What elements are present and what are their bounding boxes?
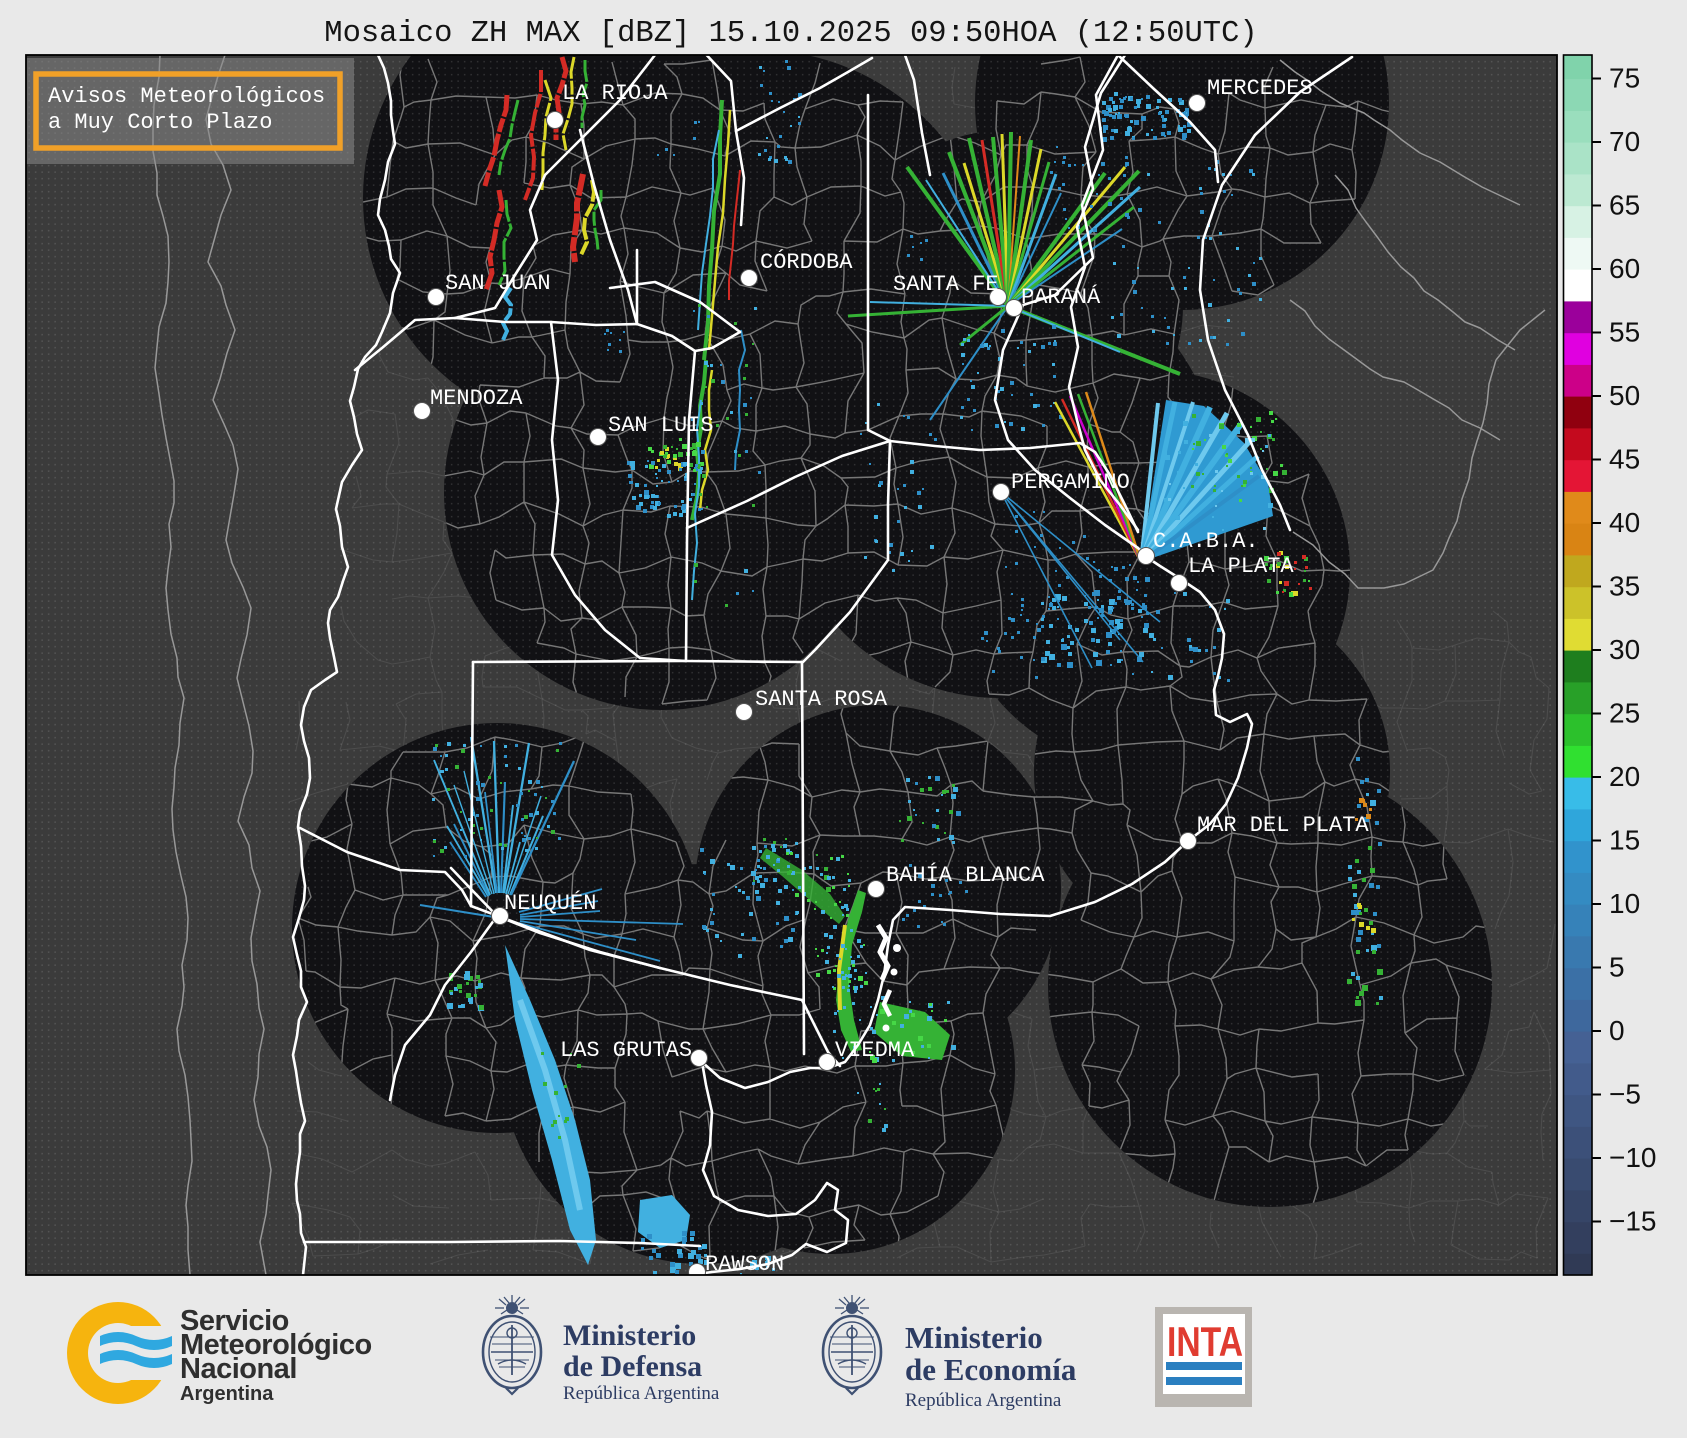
svg-text:MERCEDES: MERCEDES	[1207, 76, 1313, 101]
svg-text:República Argentina: República Argentina	[563, 1383, 720, 1404]
svg-text:MAR DEL PLATA: MAR DEL PLATA	[1197, 813, 1369, 838]
svg-text:PARANÁ: PARANÁ	[1021, 284, 1101, 310]
svg-text:15: 15	[1609, 825, 1640, 856]
svg-text:50: 50	[1609, 380, 1640, 411]
svg-text:−15: −15	[1609, 1206, 1657, 1237]
svg-text:Ministerio: Ministerio	[563, 1319, 696, 1352]
svg-text:55: 55	[1609, 317, 1640, 348]
svg-text:Ministerio: Ministerio	[905, 1320, 1043, 1355]
svg-text:70: 70	[1609, 126, 1640, 157]
svg-text:0: 0	[1609, 1015, 1625, 1046]
svg-text:−5: −5	[1609, 1079, 1641, 1110]
svg-text:Mosaico ZH MAX [dBZ] 15.10.202: Mosaico ZH MAX [dBZ] 15.10.2025 09:50HOA…	[324, 17, 1257, 51]
svg-text:NEUQUÉN: NEUQUÉN	[504, 890, 596, 916]
svg-text:40: 40	[1609, 507, 1640, 538]
svg-text:60: 60	[1609, 253, 1640, 284]
svg-text:Argentina: Argentina	[180, 1383, 274, 1405]
svg-text:a Muy Corto Plazo: a Muy Corto Plazo	[48, 110, 272, 135]
svg-text:Avisos Meteorológicos: Avisos Meteorológicos	[48, 84, 325, 109]
svg-text:35: 35	[1609, 571, 1640, 602]
svg-text:RAWSON: RAWSON	[705, 1252, 784, 1277]
svg-text:BAHÍA BLANCA: BAHÍA BLANCA	[886, 862, 1045, 888]
svg-text:SAN JUAN: SAN JUAN	[445, 271, 551, 296]
svg-text:INTA: INTA	[1167, 1318, 1243, 1365]
svg-text:CÓRDOBA: CÓRDOBA	[760, 249, 853, 275]
svg-text:Nacional: Nacional	[180, 1353, 297, 1385]
svg-text:45: 45	[1609, 444, 1640, 475]
svg-text:C.A.B.A.: C.A.B.A.	[1153, 529, 1259, 554]
svg-text:SANTA FE: SANTA FE	[893, 272, 999, 297]
svg-text:75: 75	[1609, 63, 1640, 94]
svg-text:LAS GRUTAS: LAS GRUTAS	[560, 1038, 692, 1063]
svg-text:SANTA ROSA: SANTA ROSA	[755, 687, 888, 712]
svg-text:20: 20	[1609, 761, 1640, 792]
svg-text:−10: −10	[1609, 1142, 1657, 1173]
svg-text:SAN LUIS: SAN LUIS	[608, 413, 714, 438]
svg-text:30: 30	[1609, 634, 1640, 665]
svg-text:República Argentina: República Argentina	[905, 1390, 1062, 1411]
svg-text:MENDOZA: MENDOZA	[430, 386, 523, 411]
svg-text:de Defensa: de Defensa	[563, 1350, 702, 1383]
svg-text:5: 5	[1609, 952, 1625, 983]
svg-text:10: 10	[1609, 888, 1640, 919]
svg-text:25: 25	[1609, 698, 1640, 729]
svg-text:65: 65	[1609, 190, 1640, 221]
svg-text:LA RIOJA: LA RIOJA	[562, 81, 668, 106]
svg-text:VIEDMA: VIEDMA	[835, 1038, 915, 1063]
svg-text:PERGAMINO: PERGAMINO	[1011, 470, 1130, 495]
svg-text:LA PLATA: LA PLATA	[1188, 554, 1294, 579]
svg-text:de Economía: de Economía	[905, 1352, 1077, 1387]
